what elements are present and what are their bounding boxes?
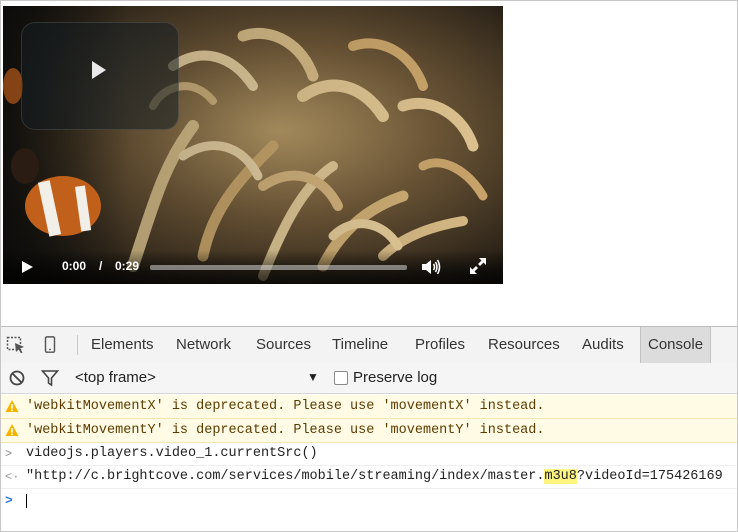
console-result[interactable]: <· "http://c.brightcove.com/services/mob… [1, 466, 737, 489]
video-player[interactable]: 0:00 / 0:29 [3, 6, 503, 284]
frame-dropdown-arrow-icon[interactable]: ▼ [307, 370, 319, 384]
big-play-icon [92, 61, 106, 79]
tab-console[interactable]: Console [640, 327, 712, 363]
clear-console-icon[interactable] [7, 369, 27, 387]
control-bar: 0:00 / 0:29 [3, 250, 503, 284]
text-caret [26, 494, 27, 508]
warning-text: 'webkitMovementX' is deprecated. Please … [26, 399, 545, 414]
tab-audits[interactable]: Audits [575, 327, 631, 363]
prompt-chevron-icon: > [5, 493, 13, 508]
current-time: 0:00 [62, 259, 87, 273]
warning-icon [5, 424, 19, 436]
inspect-element-icon[interactable] [6, 336, 26, 354]
duration: 0:29 [115, 259, 140, 273]
preserve-log-checkbox[interactable] [334, 371, 348, 385]
volume-icon[interactable] [421, 258, 441, 276]
time-separator: / [99, 259, 103, 273]
console-toolbar: <top frame> ▼ Preserve log [1, 363, 737, 394]
progress-bar[interactable] [150, 265, 407, 270]
console-command: > videojs.players.video_1.currentSrc() [1, 443, 737, 466]
console-prompt[interactable]: > [1, 489, 737, 513]
preserve-log-label: Preserve log [353, 369, 438, 386]
devtools-tab-bar: Elements Network Sources Timeline Profil… [1, 326, 737, 364]
tab-profiles[interactable]: Profiles [408, 327, 472, 363]
console-warning: 'webkitMovementY' is deprecated. Please … [1, 419, 737, 443]
fullscreen-icon[interactable] [469, 257, 487, 275]
device-mode-icon[interactable] [40, 336, 60, 354]
toolbar-divider [77, 335, 78, 355]
big-play-button[interactable] [21, 22, 179, 130]
frame-selector[interactable]: <top frame> [75, 369, 156, 386]
warning-text: 'webkitMovementY' is deprecated. Please … [26, 423, 545, 438]
result-text: "http://c.brightcove.com/services/mobile… [26, 466, 723, 488]
tab-network[interactable]: Network [169, 327, 238, 363]
result-before: "http://c.brightcove.com/services/mobile… [26, 469, 545, 484]
result-arrow-icon: <· [5, 470, 20, 484]
warning-icon [5, 400, 19, 412]
result-highlight: m3u8 [544, 469, 577, 484]
tab-elements[interactable]: Elements [84, 327, 161, 363]
result-after: ?videoId=175426169 [576, 469, 723, 484]
tab-resources[interactable]: Resources [481, 327, 567, 363]
devtools-panel: Elements Network Sources Timeline Profil… [1, 326, 737, 531]
tab-timeline[interactable]: Timeline [325, 327, 395, 363]
console-warning: 'webkitMovementX' is deprecated. Please … [1, 395, 737, 419]
play-icon[interactable] [19, 259, 35, 275]
filter-icon[interactable] [40, 369, 60, 387]
command-text: videojs.players.video_1.currentSrc() [26, 446, 318, 461]
tab-sources[interactable]: Sources [249, 327, 318, 363]
command-chevron-icon: > [5, 447, 13, 461]
